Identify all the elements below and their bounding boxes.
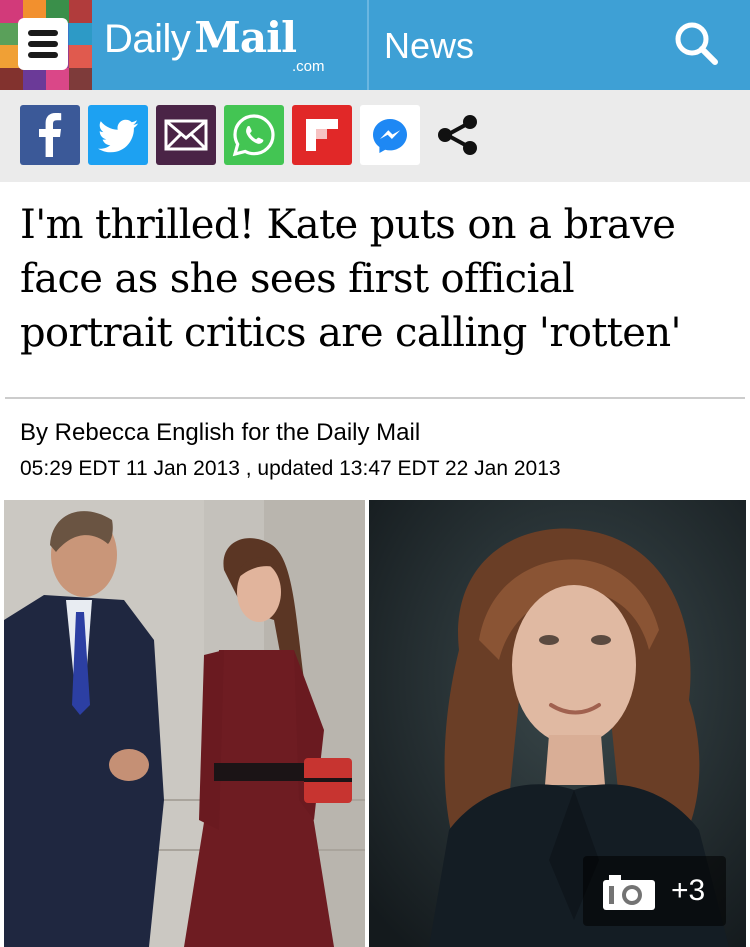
mosaic-tile bbox=[23, 67, 46, 90]
hamburger-menu-icon[interactable] bbox=[18, 18, 68, 70]
article-photo-couple[interactable] bbox=[4, 500, 365, 947]
article-byline[interactable]: By Rebecca English for the Daily Mail bbox=[20, 418, 420, 448]
masthead: DailyMail .com News bbox=[0, 0, 750, 90]
article-dateline: 05:29 EDT 11 Jan 2013 , updated 13:47 ED… bbox=[20, 457, 561, 480]
search-icon[interactable] bbox=[670, 18, 722, 70]
mosaic-tile bbox=[69, 67, 92, 90]
whatsapp-icon bbox=[232, 114, 275, 157]
mosaic-tile bbox=[0, 67, 23, 90]
more-share-button[interactable] bbox=[428, 105, 488, 165]
logo-mail: Mail bbox=[194, 13, 297, 62]
flipboard-share-button[interactable] bbox=[292, 105, 352, 165]
share-bar bbox=[0, 90, 750, 182]
mosaic-tile bbox=[69, 22, 92, 45]
whatsapp-share-button[interactable] bbox=[224, 105, 284, 165]
mosaic-tile bbox=[46, 67, 69, 90]
site-logo[interactable]: DailyMail .com bbox=[104, 13, 325, 76]
mosaic-tile bbox=[69, 0, 92, 23]
camera-icon bbox=[603, 875, 655, 910]
twitter-icon bbox=[98, 119, 138, 153]
email-share-button[interactable] bbox=[156, 105, 216, 165]
facebook-icon bbox=[39, 113, 62, 157]
headline-divider bbox=[5, 397, 745, 399]
messenger-share-button[interactable] bbox=[360, 105, 420, 165]
mosaic-tile bbox=[69, 45, 92, 68]
share-icon bbox=[438, 115, 477, 155]
flipboard-icon bbox=[306, 119, 338, 151]
section-title[interactable]: News bbox=[384, 22, 474, 70]
messenger-icon bbox=[373, 119, 407, 153]
gallery-badge[interactable]: +3 bbox=[583, 856, 726, 926]
logo-dotcom: .com bbox=[292, 58, 325, 75]
twitter-share-button[interactable] bbox=[88, 105, 148, 165]
facebook-share-button[interactable] bbox=[20, 105, 80, 165]
header-divider bbox=[367, 0, 369, 90]
email-icon bbox=[164, 119, 208, 151]
article-headline: I'm thrilled! Kate puts on a brave face … bbox=[20, 202, 682, 356]
gallery-count: +3 bbox=[671, 874, 706, 907]
logo-daily: Daily bbox=[104, 17, 191, 61]
